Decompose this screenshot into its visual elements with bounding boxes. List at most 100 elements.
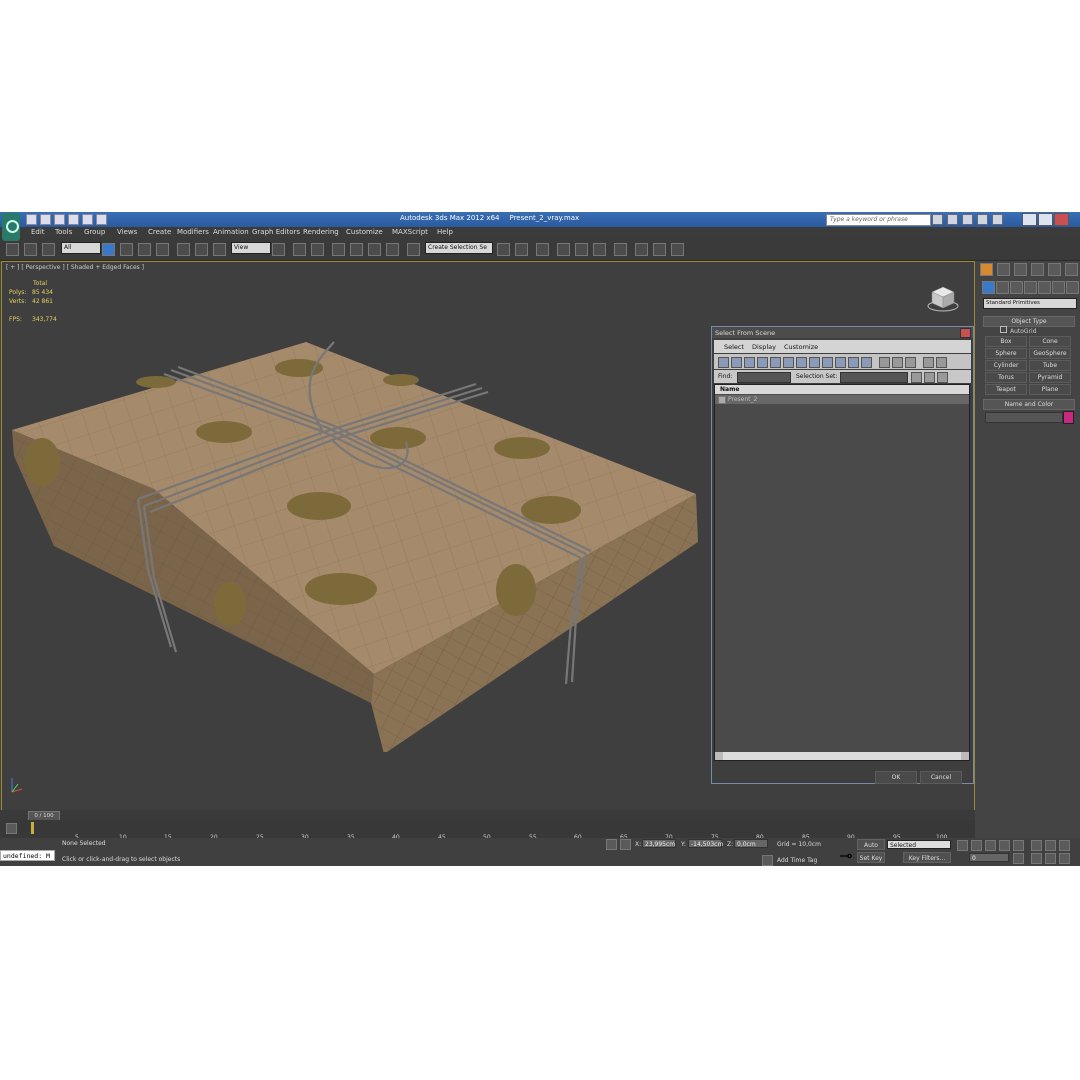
display-containers-icon[interactable] [835,357,846,368]
render-setup-icon[interactable] [635,243,648,256]
name-column-header[interactable]: Name [715,385,969,394]
pivot-center-icon[interactable] [272,243,285,256]
graphite-ribbon-icon[interactable] [557,243,570,256]
gift-box-model[interactable] [6,322,706,752]
primitive-category-dropdown[interactable]: Standard Primitives [983,298,1077,309]
list-horizontal-scrollbar[interactable] [715,752,969,760]
hierarchy-tab-icon[interactable] [1014,263,1027,276]
menu-graph-editors[interactable]: Graph Editors [252,228,300,236]
next-frame-icon[interactable] [999,840,1010,851]
select-all-icon[interactable] [911,372,922,383]
key-icon[interactable]: ⊸ [839,846,852,865]
select-object-icon[interactable] [102,243,115,256]
box-button[interactable]: Box [985,336,1027,347]
cancel-button[interactable]: Cancel [920,771,962,784]
move-icon[interactable] [177,243,190,256]
pyramid-button[interactable]: Pyramid [1029,372,1071,383]
selection-filter-dropdown[interactable]: All [61,242,101,254]
list-item[interactable]: Present_2 [715,395,969,404]
object-color-swatch[interactable] [1063,411,1074,424]
favorites-star-icon[interactable] [977,214,988,225]
curve-editor-icon[interactable] [575,243,588,256]
select-by-name-icon[interactable] [120,243,133,256]
add-time-tag[interactable]: Add Time Tag [777,857,817,864]
utilities-tab-icon[interactable] [1065,263,1078,276]
helpers-icon[interactable] [1038,281,1051,294]
display-frozen-icon[interactable] [848,357,859,368]
current-frame-field[interactable]: 0 [969,853,1009,862]
motion-tab-icon[interactable] [1031,263,1044,276]
geosphere-button[interactable]: GeoSphere [1029,348,1071,359]
ok-button[interactable]: OK [875,771,917,784]
maxscript-listener-input[interactable]: undefined: M [0,850,55,861]
maximize-button[interactable] [1038,213,1053,226]
align-icon[interactable] [515,243,528,256]
selection-set-dropdown[interactable] [840,372,908,383]
select-manipulate-icon[interactable] [293,243,306,256]
named-selection-set-dropdown[interactable]: Create Selection Se [425,242,493,254]
project-folder-icon[interactable] [96,214,107,225]
autogrid-checkbox[interactable]: AutoGrid [1000,326,1037,335]
rotate-icon[interactable] [195,243,208,256]
undo-icon[interactable] [68,214,79,225]
scroll-left-icon[interactable] [715,752,723,760]
display-geometry-icon[interactable] [718,357,729,368]
go-to-end-icon[interactable] [1013,840,1024,851]
scene-object-list[interactable]: Name Present_2 [714,384,970,761]
scale-icon[interactable] [213,243,226,256]
display-helpers-icon[interactable] [770,357,781,368]
absolute-mode-icon[interactable] [620,839,631,850]
create-tab-icon[interactable] [980,263,993,276]
display-cameras-icon[interactable] [757,357,768,368]
display-hidden-icon[interactable] [861,357,872,368]
space-warps-icon[interactable] [1052,281,1065,294]
y-coordinate-field[interactable]: -14,503cm [688,839,723,848]
display-none-icon[interactable] [892,357,903,368]
previous-frame-icon[interactable] [971,840,982,851]
play-icon[interactable] [985,840,996,851]
keyboard-shortcut-toggle-icon[interactable] [311,243,324,256]
time-configuration-icon[interactable] [1013,853,1024,864]
plane-button[interactable]: Plane [1029,384,1071,395]
sphere-button[interactable]: Sphere [985,348,1027,359]
zoom-extents-icon[interactable] [1059,840,1070,851]
systems-icon[interactable] [1066,281,1079,294]
set-key-button[interactable]: Set Key [857,852,885,863]
reference-coordinate-dropdown[interactable]: View [231,242,271,254]
layer-manager-icon[interactable] [536,243,549,256]
invert-display-icon[interactable] [905,357,916,368]
snaps-toggle-icon[interactable] [332,243,345,256]
pan-view-icon[interactable] [1045,853,1056,864]
menu-rendering[interactable]: Rendering [303,228,339,236]
save-file-icon[interactable] [54,214,65,225]
rectangular-selection-icon[interactable] [138,243,151,256]
redo-icon[interactable] [82,214,93,225]
select-invert-icon[interactable] [937,372,948,383]
new-file-icon[interactable] [26,214,37,225]
cone-button[interactable]: Cone [1029,336,1071,347]
subscription-icon[interactable] [947,214,958,225]
menu-maxscript[interactable]: MAXScript [392,228,428,236]
display-all-icon[interactable] [879,357,890,368]
name-and-color-rollout[interactable]: Name and Color [983,399,1075,410]
orbit-icon[interactable] [1059,853,1070,864]
mirror-icon[interactable] [497,243,510,256]
go-to-start-icon[interactable] [957,840,968,851]
selection-lock-icon[interactable] [606,839,617,850]
find-input[interactable] [737,372,791,383]
open-file-icon[interactable] [40,214,51,225]
zoom-icon[interactable] [1031,840,1042,851]
time-slider[interactable]: 0 / 100 [0,810,975,821]
field-of-view-icon[interactable] [1031,853,1042,864]
dialog-close-button[interactable] [960,328,971,338]
cylinder-button[interactable]: Cylinder [985,360,1027,371]
dialog-menu-customize[interactable]: Customize [784,343,818,351]
viewcube-icon[interactable] [927,284,959,312]
z-coordinate-field[interactable]: 0,0cm [734,839,768,848]
select-dependents-icon[interactable] [936,357,947,368]
menu-create[interactable]: Create [148,228,171,236]
zoom-all-icon[interactable] [1045,840,1056,851]
menu-edit[interactable]: Edit [31,228,45,236]
menu-help[interactable]: Help [437,228,453,236]
display-bones-icon[interactable] [822,357,833,368]
